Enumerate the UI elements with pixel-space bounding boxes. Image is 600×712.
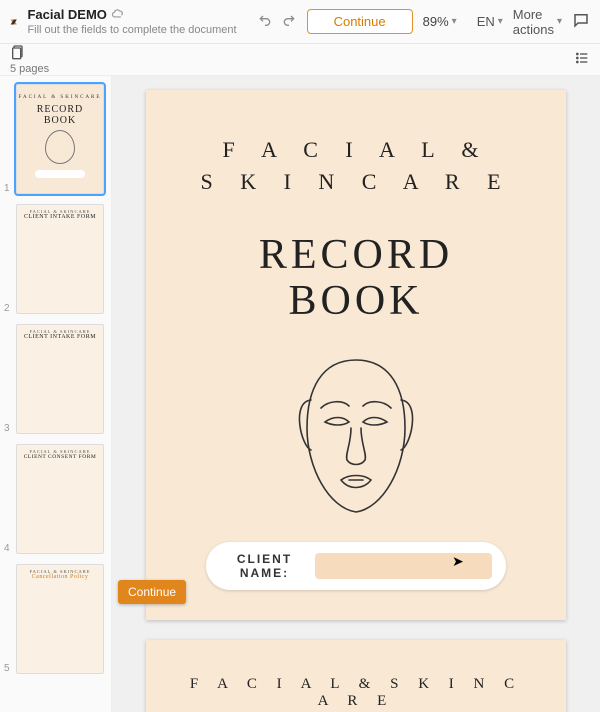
pages-count-label: 5 pages	[10, 64, 49, 75]
thumb-title: RECORDBOOK	[37, 104, 84, 126]
zoom-value: 89%	[423, 14, 449, 29]
thumb-title: CLIENT INTAKE FORM	[24, 334, 96, 340]
main-area: FACIAL & SKINCARE RECORDBOOK 1 FACIAL & …	[0, 76, 600, 712]
client-name-row: CLIENT NAME:	[206, 542, 506, 590]
thumbnail-page-4[interactable]: FACIAL & SKINCARE CLIENT CONSENT FORM 4	[6, 444, 105, 554]
doc-title-block: Facial DEMO Fill out the fields to compl…	[27, 7, 236, 36]
redo-button[interactable]	[281, 12, 297, 31]
thumbnail-page-5[interactable]: FACIAL & SKINCARE Cancellation Policy 5	[6, 564, 105, 674]
top-header: Facial DEMO Fill out the fields to compl…	[0, 0, 600, 44]
undo-button[interactable]	[257, 12, 273, 31]
brand-line2: S K I N C A R E	[200, 169, 511, 194]
title-line1: RECORD	[259, 232, 453, 278]
sub-header: 5 pages	[0, 44, 600, 76]
thumb-name-slot	[35, 170, 85, 178]
continue-button[interactable]: Continue	[307, 9, 413, 34]
cover-brand: F A C I A L & S K I N C A R E	[172, 134, 540, 198]
document-page-2: F A C I A L & S K I N C A R E CLIENT INT…	[146, 640, 566, 712]
thumb-number: 2	[4, 303, 10, 314]
outline-panel-icon[interactable]	[574, 50, 590, 69]
thumb-title: CLIENT CONSENT FORM	[24, 454, 97, 460]
more-actions-label: More actions	[513, 7, 554, 37]
client-name-label: CLIENT NAME:	[220, 552, 309, 580]
thumb-number: 5	[4, 663, 10, 674]
language-dropdown[interactable]: EN ▾	[477, 14, 503, 29]
thumb-number: 3	[4, 423, 10, 434]
floating-continue-button[interactable]: Continue	[118, 580, 186, 604]
thumbnail-page-2[interactable]: FACIAL & SKINCARE CLIENT INTAKE FORM 2	[6, 204, 105, 314]
history-controls	[257, 12, 297, 31]
brand-line1: F A C I A L &	[223, 137, 490, 162]
cloud-sync-icon	[111, 7, 125, 24]
pages-panel-icon[interactable]	[10, 44, 26, 62]
thumb-number: 4	[4, 543, 10, 554]
thumbnail-page-1[interactable]: FACIAL & SKINCARE RECORDBOOK 1	[6, 84, 105, 194]
more-actions-dropdown[interactable]: More actions ▾	[513, 7, 562, 37]
document-page-1: F A C I A L & S K I N C A R E RECORD BOO…	[146, 90, 566, 620]
app-logo-icon	[10, 10, 17, 34]
zoom-dropdown[interactable]: 89% ▾	[423, 14, 457, 29]
chevron-down-icon: ▾	[452, 16, 457, 27]
chevron-down-icon: ▾	[557, 16, 562, 27]
canvas[interactable]: Continue F A C I A L & S K I N C A R E R…	[112, 76, 600, 712]
title-line2: BOOK	[288, 278, 423, 324]
cover-title: RECORD BOOK	[172, 232, 540, 324]
thumb-title: Cancellation Policy	[32, 574, 89, 580]
doc-title: Facial DEMO	[27, 8, 106, 22]
page2-brand: F A C I A L & S K I N C A R E	[176, 676, 536, 710]
thumbnail-page-3[interactable]: FACIAL & SKINCARE CLIENT INTAKE FORM 3	[6, 324, 105, 434]
chevron-down-icon: ▾	[498, 16, 503, 27]
language-value: EN	[477, 14, 495, 29]
chat-icon[interactable]	[572, 11, 590, 32]
thumb-face-illustration	[45, 130, 75, 164]
thumbnail-sidebar[interactable]: FACIAL & SKINCARE RECORDBOOK 1 FACIAL & …	[0, 76, 112, 712]
thumb-number: 1	[4, 183, 10, 194]
client-name-input[interactable]	[315, 553, 492, 579]
doc-subtitle: Fill out the fields to complete the docu…	[27, 24, 236, 36]
thumb-title: CLIENT INTAKE FORM	[24, 214, 96, 220]
face-illustration	[172, 350, 540, 524]
thumb-brand: FACIAL & SKINCARE	[19, 95, 102, 100]
